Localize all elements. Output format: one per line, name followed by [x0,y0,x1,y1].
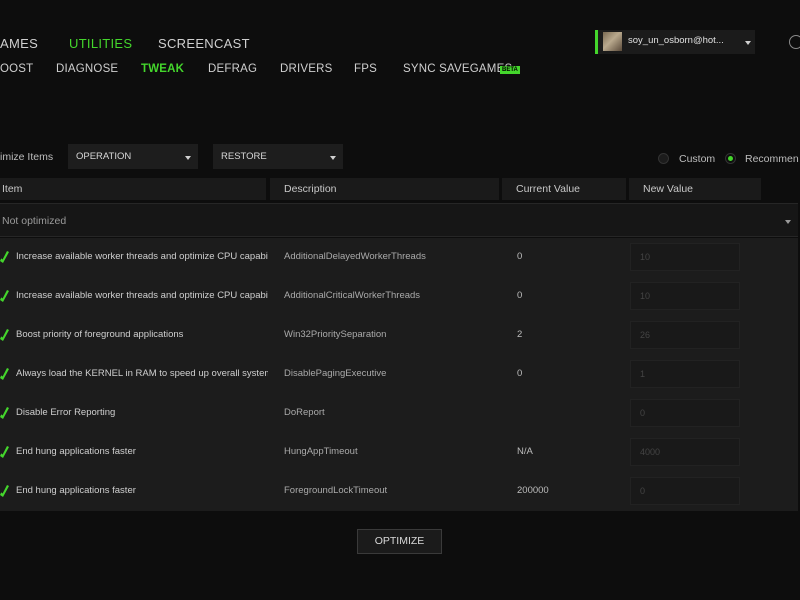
check-icon [0,290,9,302]
header-description[interactable]: Description [270,178,499,200]
chevron-down-icon [745,41,751,45]
nav-utilities[interactable]: UTILITIES [69,36,132,51]
row-description: ForegroundLockTimeout [284,485,388,496]
table-row[interactable]: End hung applications faster ForegroundLo… [0,472,798,511]
restore-dropdown[interactable]: RESTORE [213,144,343,169]
table-row[interactable]: Boost priority of foreground application… [0,316,798,355]
chevron-down-icon [330,156,336,160]
row-current-value: 2 [517,329,523,340]
optimize-button[interactable]: OPTIMIZE [357,529,442,554]
nav-games[interactable]: AMES [0,36,38,51]
nav-screencast[interactable]: SCREENCAST [158,36,250,51]
row-item: Boost priority of foreground application… [16,329,184,340]
check-icon [0,446,9,458]
recommended-label: Recommen [745,153,799,165]
radio-selected-dot [728,156,733,161]
new-value-text: 0 [640,486,646,496]
row-description: AdditionalDelayedWorkerThreads [284,251,426,262]
account-selector[interactable]: soy_un_osborn@hot... [595,30,755,54]
group-not-optimized[interactable]: Not optimized [0,203,798,237]
tab-drivers[interactable]: DRIVERS [280,63,333,75]
help-icon[interactable] [789,35,800,49]
new-value-text: 26 [640,330,651,340]
row-current-value: 0 [517,368,523,379]
tab-sync-savegames[interactable]: SYNC SAVEGAMES [403,63,512,75]
row-item: Always load the KERNEL in RAM to speed u… [16,368,268,379]
row-description: DisablePagingExecutive [284,368,387,379]
new-value-text: 0 [640,408,646,418]
header-current-value[interactable]: Current Value [502,178,626,200]
table-row[interactable]: Increase available worker threads and op… [0,277,798,316]
table-row[interactable]: Increase available worker threads and op… [0,238,798,277]
chevron-down-icon [185,156,191,160]
new-value-text: 4000 [640,447,661,457]
new-value-input[interactable]: 0 [630,477,740,505]
check-icon [0,251,9,263]
new-value-text: 10 [640,252,651,262]
row-item: Disable Error Reporting [16,407,116,418]
tab-diagnose[interactable]: DIAGNOSE [56,63,118,75]
row-item: Increase available worker threads and op… [16,251,268,262]
row-description: DoReport [284,407,325,418]
new-value-text: 1 [640,369,646,379]
custom-label: Custom [679,153,716,165]
row-item: End hung applications faster [16,446,136,457]
restore-value: RESTORE [221,151,267,162]
tab-boost[interactable]: OOST [0,63,33,75]
custom-radio[interactable] [658,153,669,164]
new-value-input[interactable]: 10 [630,243,740,271]
new-value-input[interactable]: 1 [630,360,740,388]
operation-dropdown[interactable]: OPERATION [68,144,198,169]
operation-value: OPERATION [76,151,132,162]
header-item[interactable]: Item [0,178,266,200]
beta-badge: BETA [500,66,520,74]
recommended-radio[interactable] [725,153,736,164]
table-row[interactable]: Disable Error Reporting DoReport 0 [0,394,798,433]
check-icon [0,407,9,419]
check-icon [0,329,9,341]
tab-defrag[interactable]: DEFRAG [208,63,257,75]
row-item: End hung applications faster [16,485,136,496]
new-value-input[interactable]: 10 [630,282,740,310]
account-name: soy_un_osborn@hot... [628,35,724,46]
table-row[interactable]: End hung applications faster HungAppTimeo… [0,433,798,472]
row-description: Win32PrioritySeparation [284,329,387,340]
row-description: AdditionalCriticalWorkerThreads [284,290,421,301]
new-value-input[interactable]: 26 [630,321,740,349]
row-item: Increase available worker threads and op… [16,290,268,301]
avatar [603,32,622,51]
row-current-value: 0 [517,290,523,301]
new-value-input[interactable]: 0 [630,399,740,427]
table-row[interactable]: Always load the KERNEL in RAM to speed u… [0,355,798,394]
group-label: Not optimized [2,215,67,227]
check-icon [0,485,9,497]
new-value-text: 10 [640,291,651,301]
check-icon [0,368,9,380]
chevron-down-icon [785,220,791,224]
optimize-items-label: imize Items [0,151,54,163]
tab-fps[interactable]: FPS [354,63,377,75]
row-current-value: N/A [517,446,533,457]
row-description: HungAppTimeout [284,446,358,457]
row-current-value: 0 [517,251,523,262]
header-new-value[interactable]: New Value [629,178,761,200]
new-value-input[interactable]: 4000 [630,438,740,466]
tab-tweak[interactable]: TWEAK [141,63,184,75]
row-current-value: 200000 [517,485,549,496]
